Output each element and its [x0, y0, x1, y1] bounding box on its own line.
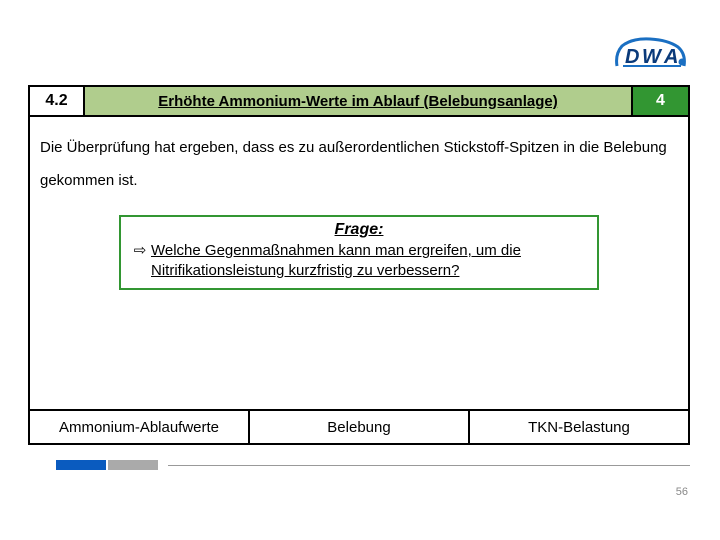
bottom-cell-ammonium[interactable]: Ammonium-Ablaufwerte — [30, 411, 250, 443]
footer-divider-line — [168, 465, 690, 466]
svg-text:D: D — [625, 46, 639, 68]
svg-text:A: A — [663, 46, 678, 68]
footer-color-bars — [56, 460, 158, 470]
question-text: Welche Gegenmaßnahmen kann man ergreifen… — [151, 241, 589, 280]
dwa-logo: D W A — [612, 36, 690, 70]
page-number: 56 — [676, 486, 688, 498]
body-intro-text: Die Überprüfung hat ergeben, dass es zu … — [30, 117, 688, 197]
main-content-frame: 4.2 Erhöhte Ammonium-Werte im Ablauf (Be… — [28, 85, 690, 445]
header-row: 4.2 Erhöhte Ammonium-Werte im Ablauf (Be… — [30, 87, 688, 117]
section-number-cell: 4.2 — [30, 87, 85, 115]
bottom-cell-tkn[interactable]: TKN-Belastung — [470, 411, 688, 443]
arrow-icon: ⇨ — [129, 241, 151, 280]
section-title-cell: Erhöhte Ammonium-Werte im Ablauf (Belebu… — [85, 87, 633, 115]
footer-bar-gray — [108, 460, 158, 470]
svg-text:W: W — [642, 46, 663, 68]
question-box: Frage: ⇨ Welche Gegenmaßnahmen kann man … — [119, 215, 599, 290]
step-number-cell: 4 — [633, 87, 688, 115]
bottom-nav-row: Ammonium-Ablaufwerte Belebung TKN-Belast… — [30, 409, 688, 443]
footer-bar-blue — [56, 460, 106, 470]
bottom-cell-belebung[interactable]: Belebung — [250, 411, 470, 443]
question-label: Frage: — [129, 221, 589, 239]
